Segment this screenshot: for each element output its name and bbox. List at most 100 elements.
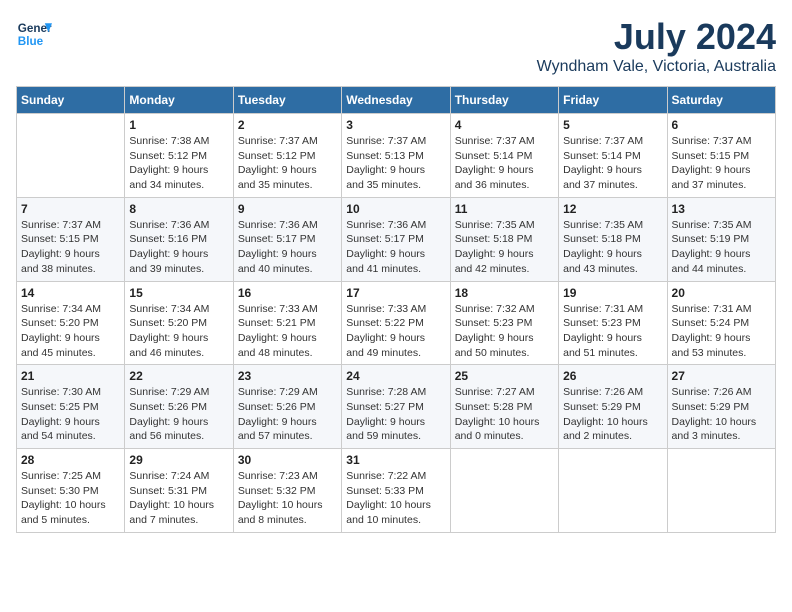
weekday-header-wednesday: Wednesday [342,87,450,114]
day-detail: Sunrise: 7:27 AMSunset: 5:28 PMDaylight:… [455,385,554,444]
day-number: 15 [129,286,228,300]
day-number: 19 [563,286,662,300]
day-detail: Sunrise: 7:36 AMSunset: 5:17 PMDaylight:… [238,218,337,277]
day-detail: Sunrise: 7:22 AMSunset: 5:33 PMDaylight:… [346,469,445,528]
month-title: July 2024 [537,16,776,58]
calendar-cell: 1 Sunrise: 7:38 AMSunset: 5:12 PMDaylight… [125,114,233,198]
day-detail: Sunrise: 7:38 AMSunset: 5:12 PMDaylight:… [129,134,228,193]
day-detail: Sunrise: 7:31 AMSunset: 5:23 PMDaylight:… [563,302,662,361]
calendar-week-3: 14 Sunrise: 7:34 AMSunset: 5:20 PMDayligh… [17,281,776,365]
calendar-table: SundayMondayTuesdayWednesdayThursdayFrid… [16,86,776,533]
day-detail: Sunrise: 7:30 AMSunset: 5:25 PMDaylight:… [21,385,120,444]
day-number: 11 [455,202,554,216]
day-number: 28 [21,453,120,467]
day-detail: Sunrise: 7:23 AMSunset: 5:32 PMDaylight:… [238,469,337,528]
title-block: July 2024 Wyndham Vale, Victoria, Austra… [537,16,776,76]
day-detail: Sunrise: 7:31 AMSunset: 5:24 PMDaylight:… [672,302,771,361]
calendar-week-2: 7 Sunrise: 7:37 AMSunset: 5:15 PMDaylight… [17,197,776,281]
calendar-cell: 5Sunrise: 7:37 AMSunset: 5:14 PMDaylight… [559,114,667,198]
day-detail: Sunrise: 7:37 AMSunset: 5:14 PMDaylight:… [563,134,662,193]
calendar-cell: 20Sunrise: 7:31 AMSunset: 5:24 PMDayligh… [667,281,775,365]
calendar-week-5: 28Sunrise: 7:25 AMSunset: 5:30 PMDayligh… [17,449,776,533]
calendar-cell: 19 Sunrise: 7:31 AMSunset: 5:23 PMDayligh… [559,281,667,365]
calendar-cell: 15 Sunrise: 7:34 AMSunset: 5:20 PMDayligh… [125,281,233,365]
calendar-cell: 30 Sunrise: 7:23 AMSunset: 5:32 PMDayligh… [233,449,341,533]
day-detail: Sunrise: 7:29 AMSunset: 5:26 PMDaylight:… [238,385,337,444]
calendar-cell: 29 Sunrise: 7:24 AMSunset: 5:31 PMDayligh… [125,449,233,533]
day-detail: Sunrise: 7:26 AMSunset: 5:29 PMDaylight:… [563,385,662,444]
calendar-cell [17,114,125,198]
day-detail: Sunrise: 7:35 AMSunset: 5:18 PMDaylight:… [455,218,554,277]
calendar-cell: 8Sunrise: 7:36 AMSunset: 5:16 PMDaylight… [125,197,233,281]
calendar-cell: 28Sunrise: 7:25 AMSunset: 5:30 PMDayligh… [17,449,125,533]
day-detail: Sunrise: 7:34 AMSunset: 5:20 PMDaylight:… [129,302,228,361]
calendar-week-4: 21 Sunrise: 7:30 AMSunset: 5:25 PMDayligh… [17,365,776,449]
calendar-cell: 23 Sunrise: 7:29 AMSunset: 5:26 PMDayligh… [233,365,341,449]
day-number: 29 [129,453,228,467]
calendar-cell: 11 Sunrise: 7:35 AMSunset: 5:18 PMDayligh… [450,197,558,281]
day-detail: Sunrise: 7:24 AMSunset: 5:31 PMDaylight:… [129,469,228,528]
day-number: 30 [238,453,337,467]
calendar-cell [559,449,667,533]
day-detail: Sunrise: 7:37 AMSunset: 5:13 PMDaylight:… [346,134,445,193]
calendar-cell: 16 Sunrise: 7:33 AMSunset: 5:21 PMDayligh… [233,281,341,365]
day-number: 23 [238,369,337,383]
day-number: 14 [21,286,120,300]
day-number: 13 [672,202,771,216]
page-header: General Blue July 2024 Wyndham Vale, Vic… [16,16,776,76]
day-number: 4 [455,118,554,132]
day-detail: Sunrise: 7:26 AMSunset: 5:29 PMDaylight:… [672,385,771,444]
logo-icon: General Blue [16,16,52,52]
calendar-cell: 27 Sunrise: 7:26 AMSunset: 5:29 PMDayligh… [667,365,775,449]
calendar-cell: 2Sunrise: 7:37 AMSunset: 5:12 PMDaylight… [233,114,341,198]
logo: General Blue [16,16,52,52]
day-number: 21 [21,369,120,383]
day-number: 2 [238,118,337,132]
calendar-header-row: SundayMondayTuesdayWednesdayThursdayFrid… [17,87,776,114]
calendar-cell: 18 Sunrise: 7:32 AMSunset: 5:23 PMDayligh… [450,281,558,365]
calendar-cell: 21 Sunrise: 7:30 AMSunset: 5:25 PMDayligh… [17,365,125,449]
weekday-header-tuesday: Tuesday [233,87,341,114]
calendar-cell [450,449,558,533]
day-number: 9 [238,202,337,216]
day-detail: Sunrise: 7:29 AMSunset: 5:26 PMDaylight:… [129,385,228,444]
calendar-cell: 10Sunrise: 7:36 AMSunset: 5:17 PMDayligh… [342,197,450,281]
location-title: Wyndham Vale, Victoria, Australia [537,58,776,76]
calendar-cell: 25 Sunrise: 7:27 AMSunset: 5:28 PMDayligh… [450,365,558,449]
calendar-cell [667,449,775,533]
calendar-cell: 4Sunrise: 7:37 AMSunset: 5:14 PMDaylight… [450,114,558,198]
calendar-cell: 17Sunrise: 7:33 AMSunset: 5:22 PMDayligh… [342,281,450,365]
weekday-header-thursday: Thursday [450,87,558,114]
day-number: 24 [346,369,445,383]
svg-text:Blue: Blue [18,35,44,48]
calendar-cell: 31Sunrise: 7:22 AMSunset: 5:33 PMDayligh… [342,449,450,533]
day-detail: Sunrise: 7:35 AMSunset: 5:19 PMDaylight:… [672,218,771,277]
day-detail: Sunrise: 7:33 AMSunset: 5:22 PMDaylight:… [346,302,445,361]
calendar-cell: 24Sunrise: 7:28 AMSunset: 5:27 PMDayligh… [342,365,450,449]
day-number: 18 [455,286,554,300]
calendar-cell: 9 Sunrise: 7:36 AMSunset: 5:17 PMDaylight… [233,197,341,281]
day-number: 16 [238,286,337,300]
calendar-week-1: 1 Sunrise: 7:38 AMSunset: 5:12 PMDaylight… [17,114,776,198]
day-number: 25 [455,369,554,383]
day-number: 27 [672,369,771,383]
day-detail: Sunrise: 7:37 AMSunset: 5:15 PMDaylight:… [21,218,120,277]
day-detail: Sunrise: 7:35 AMSunset: 5:18 PMDaylight:… [563,218,662,277]
calendar-cell: 26 Sunrise: 7:26 AMSunset: 5:29 PMDayligh… [559,365,667,449]
weekday-header-friday: Friday [559,87,667,114]
day-detail: Sunrise: 7:36 AMSunset: 5:17 PMDaylight:… [346,218,445,277]
day-number: 6 [672,118,771,132]
day-detail: Sunrise: 7:33 AMSunset: 5:21 PMDaylight:… [238,302,337,361]
weekday-header-monday: Monday [125,87,233,114]
day-number: 7 [21,202,120,216]
calendar-cell: 7 Sunrise: 7:37 AMSunset: 5:15 PMDaylight… [17,197,125,281]
day-number: 3 [346,118,445,132]
calendar-cell: 22Sunrise: 7:29 AMSunset: 5:26 PMDayligh… [125,365,233,449]
weekday-header-sunday: Sunday [17,87,125,114]
calendar-cell: 13 Sunrise: 7:35 AMSunset: 5:19 PMDayligh… [667,197,775,281]
calendar-cell: 12Sunrise: 7:35 AMSunset: 5:18 PMDayligh… [559,197,667,281]
day-number: 26 [563,369,662,383]
day-detail: Sunrise: 7:37 AMSunset: 5:15 PMDaylight:… [672,134,771,193]
day-detail: Sunrise: 7:32 AMSunset: 5:23 PMDaylight:… [455,302,554,361]
day-number: 1 [129,118,228,132]
